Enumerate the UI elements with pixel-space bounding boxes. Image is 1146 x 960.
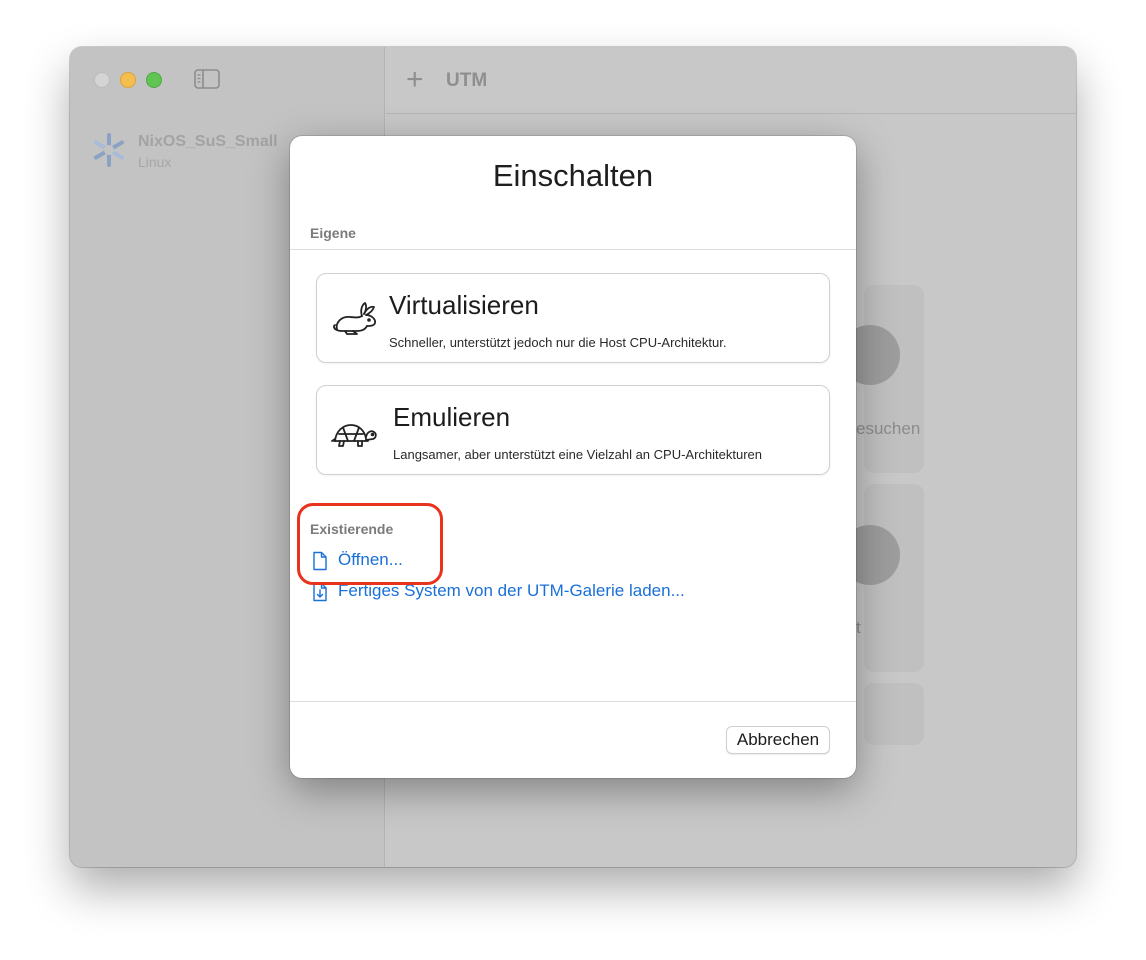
turtle-icon [331,424,377,447]
background-card [864,683,924,745]
cancel-button[interactable]: Abbrechen [726,726,830,754]
section-label-custom: Eigene [310,225,356,241]
virtualize-option[interactable]: Virtualisieren Schneller, unterstützt je… [316,273,830,363]
toolbar: + UTM [386,47,1076,114]
highlight-annotation [297,503,443,585]
virtualize-description: Schneller, unterstützt jedoch nur die Ho… [389,335,727,350]
emulate-option[interactable]: Emulieren Langsamer, aber unterstützt ei… [316,385,830,475]
start-dialog: Einschalten Eigene Virtualisieren Schnel… [290,136,856,778]
add-vm-icon[interactable]: + [406,65,424,95]
sidebar-toggle-icon[interactable] [194,69,220,89]
dialog-title: Einschalten [492,158,654,193]
download-document-icon [313,582,327,602]
emulate-title: Emulieren [393,402,511,432]
section-divider [290,249,856,250]
footer-divider [290,701,856,702]
maximize-window-button[interactable] [146,72,162,88]
vm-name: NixOS_SuS_Small [138,133,278,150]
virtualize-title: Virtualisieren [389,290,539,320]
background-card-label: t [856,618,861,637]
close-window-button[interactable] [94,72,110,88]
nixos-logo-icon [94,133,124,167]
background-card-label: esuchen [856,419,921,438]
minimize-window-button[interactable] [120,72,136,88]
vm-os-label: Linux [138,154,172,170]
rabbit-icon [333,302,377,335]
window-title: UTM [446,70,488,91]
emulate-description: Langsamer, aber unterstützt eine Vielzah… [393,447,763,462]
